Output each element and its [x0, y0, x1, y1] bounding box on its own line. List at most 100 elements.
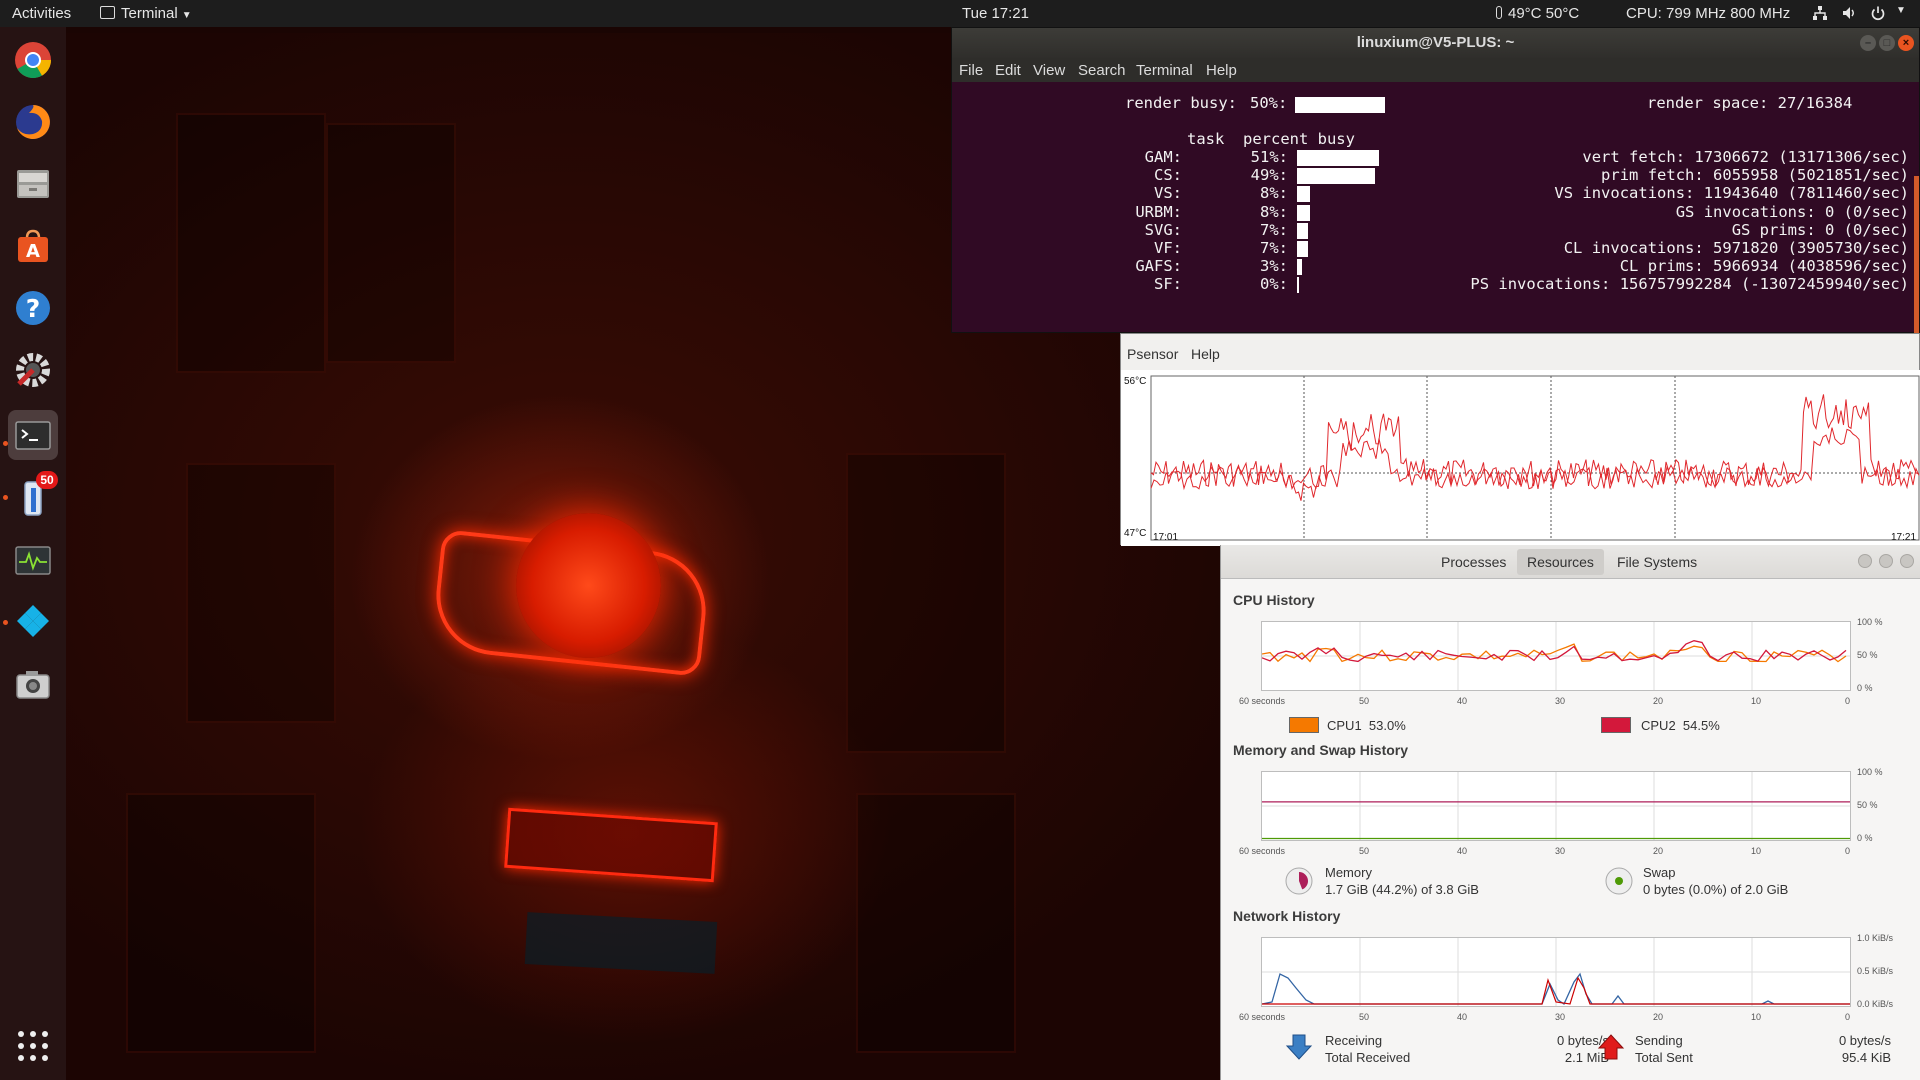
y-axis-label: 1.0 KiB/s	[1857, 933, 1894, 943]
kodi-icon	[17, 605, 49, 637]
upload-arrow-icon[interactable]	[1597, 1033, 1625, 1061]
menu-edit[interactable]: Edit	[995, 62, 1021, 79]
network-icon[interactable]	[1812, 5, 1828, 21]
dock-system-monitor[interactable]	[8, 535, 58, 585]
x-axis-label: 60 seconds	[1239, 846, 1286, 856]
grid-dot	[18, 1043, 24, 1049]
menu-terminal[interactable]: Terminal	[1136, 62, 1193, 79]
menu-help[interactable]: Help	[1206, 62, 1237, 79]
x-axis-label: 40	[1457, 696, 1468, 706]
gpu-stat-line: GS prims: 0 (0/sec)	[1731, 220, 1909, 239]
cpu1-value: 53.0%	[1368, 718, 1406, 733]
cpu-history-graph	[1261, 621, 1851, 691]
clock[interactable]: Tue 17:21	[962, 5, 1029, 22]
close-button[interactable]: ×	[1898, 35, 1914, 51]
y-axis-label: 0 %	[1857, 683, 1873, 693]
help-icon: ?	[16, 291, 50, 325]
grid-dot	[42, 1031, 48, 1037]
system-monitor-window[interactable]: Processes Resources File Systems CPU His…	[1220, 545, 1920, 1080]
firefox-icon	[16, 105, 50, 139]
maximize-button[interactable]: □	[1879, 35, 1895, 51]
psensor-window[interactable]: Psensor Help 56°C 47°C 17:01 17:21	[1120, 333, 1920, 546]
terminal-titlebar[interactable]: linuxium@V5-PLUS: ~ – □ ×	[952, 28, 1919, 58]
task-name: GAM:	[1144, 148, 1182, 166]
gpu-stat-line: PS invocations: 156757992284 (-130724599…	[1470, 275, 1909, 294]
dock-chrome[interactable]	[8, 35, 58, 85]
minimize-button[interactable]	[1858, 554, 1872, 568]
minimize-button[interactable]: –	[1860, 35, 1876, 51]
dock-thermometer[interactable]: 50	[8, 471, 58, 523]
x-axis-label: 10	[1751, 696, 1762, 706]
grid-dot	[30, 1031, 36, 1037]
app-menu[interactable]: Terminal ▼	[100, 5, 192, 22]
network-plot	[1261, 938, 1850, 1006]
screenshot-icon	[16, 671, 50, 699]
total-sent-value: 95.4 KiB	[1841, 1050, 1891, 1065]
swap-pie-icon[interactable]	[1605, 867, 1633, 895]
y-axis-label: 0.5 KiB/s	[1857, 966, 1894, 976]
terminal-icon	[100, 6, 115, 19]
tab-resources[interactable]: Resources	[1517, 549, 1604, 575]
menu-psensor[interactable]: Psensor	[1127, 346, 1178, 362]
grid-dot	[42, 1043, 48, 1049]
maximize-button[interactable]	[1879, 554, 1893, 568]
total-sent-label: Total Sent	[1635, 1050, 1693, 1065]
menu-view[interactable]: View	[1033, 62, 1065, 79]
activities-button[interactable]: Activities	[12, 5, 71, 22]
terminal-window[interactable]: linuxium@V5-PLUS: ~ – □ × File Edit View…	[951, 27, 1920, 336]
dock-software[interactable]: A	[8, 221, 58, 271]
software-center-icon: A	[18, 229, 48, 262]
volume-icon[interactable]	[1841, 5, 1857, 21]
system-monitor-headerbar[interactable]: Processes Resources File Systems	[1221, 545, 1920, 579]
caret-down-icon: ▼	[181, 10, 192, 21]
wallpaper-window	[846, 453, 1006, 753]
grid-dot	[30, 1055, 36, 1061]
cpu1-color-swatch[interactable]	[1289, 717, 1319, 733]
memory-pie-icon[interactable]	[1285, 867, 1313, 895]
dock-terminal[interactable]	[8, 410, 58, 460]
task-busy-bar	[1297, 186, 1310, 203]
gpu-stat-line: GS invocations: 0 (0/sec)	[1675, 202, 1909, 221]
x-axis-label: 30	[1555, 846, 1566, 856]
memory-value: 1.7 GiB (44.2%) of 3.8 GiB	[1325, 882, 1479, 897]
task-name: SF:	[1154, 275, 1182, 294]
dock-firefox[interactable]	[8, 97, 58, 147]
menu-file[interactable]: File	[959, 62, 983, 79]
x-axis-label: 50	[1359, 1012, 1370, 1022]
dock-kodi[interactable]	[8, 597, 58, 647]
task-name: GAFS:	[1135, 257, 1182, 276]
scrollbar[interactable]	[1914, 176, 1919, 336]
plot-frame	[1150, 375, 1920, 541]
y-axis-label: 100 %	[1857, 617, 1883, 627]
running-indicator	[3, 620, 8, 625]
dock-system-tools[interactable]	[8, 345, 58, 395]
x-axis-label: 40	[1457, 1012, 1468, 1022]
power-icon[interactable]	[1870, 5, 1886, 21]
tab-file-systems[interactable]: File Systems	[1607, 549, 1707, 575]
task-percent: 3%:	[1260, 257, 1288, 276]
download-arrow-icon[interactable]	[1285, 1033, 1313, 1061]
x-axis-label: 20	[1653, 1012, 1664, 1022]
show-applications-button[interactable]	[18, 1031, 48, 1061]
cpu2-color-swatch[interactable]	[1601, 717, 1631, 733]
app-menu-label: Terminal	[121, 5, 178, 22]
tab-processes[interactable]: Processes	[1431, 549, 1516, 575]
menu-search[interactable]: Search	[1078, 62, 1126, 79]
temperature-indicator[interactable]: 49°C 50°C	[1496, 5, 1579, 22]
x-axis-label: 10	[1751, 846, 1762, 856]
dock-screenshot[interactable]	[8, 659, 58, 709]
chevron-down-icon[interactable]: ▼	[1896, 5, 1906, 16]
close-button[interactable]	[1900, 554, 1914, 568]
sending-rate: 0 bytes/s	[1838, 1033, 1891, 1048]
wallpaper-window	[176, 113, 326, 373]
menu-help[interactable]: Help	[1191, 346, 1220, 362]
x-axis-start: 17:01	[1153, 532, 1179, 543]
temperature-value: 49°C 50°C	[1508, 5, 1580, 22]
cpu-frequency-indicator[interactable]: CPU: 799 MHz 800 MHz	[1626, 5, 1790, 22]
x-axis-label: 0	[1845, 1012, 1851, 1022]
render-space: render space: 27/16384	[1647, 94, 1853, 112]
neon-restaurant-sign	[524, 912, 718, 974]
dock-help[interactable]: ?	[8, 283, 58, 333]
dock-files[interactable]	[8, 159, 58, 209]
terminal-output[interactable]: render busy: 50%: render space: 27/16384…	[952, 82, 1919, 336]
